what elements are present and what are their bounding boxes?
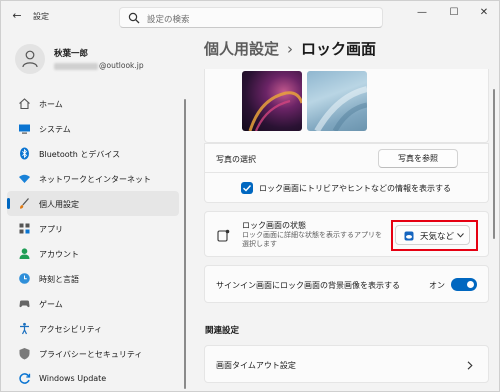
update-icon (19, 373, 31, 384)
sidebar-item-accounts[interactable]: アカウント (7, 241, 179, 266)
search-icon (128, 12, 140, 24)
sidebar-item-personalization[interactable]: 個人用設定 (7, 191, 179, 216)
search-placeholder: 設定の検索 (147, 15, 190, 25)
sidebar-item-bluetooth[interactable]: Bluetooth とデバイス (7, 141, 179, 166)
status-app-icon (217, 229, 230, 242)
network-icon (19, 174, 30, 183)
breadcrumb-current: ロック画面 (301, 40, 377, 58)
sidebar-item-network[interactable]: ネットワークとインターネット (7, 166, 179, 191)
photo-select-row: 写真の選択 写真を参照 (204, 143, 489, 173)
sidebar-item-accessibility[interactable]: アクセシビリティ (7, 316, 179, 341)
sidebar-item-gaming[interactable]: ゲーム (7, 291, 179, 316)
minimize-button[interactable]: — (409, 5, 435, 21)
apps-icon (19, 223, 30, 234)
avatar[interactable] (15, 44, 45, 74)
email-suffix: @outlook.jp (99, 61, 144, 70)
settings-window: ← 設定 設定の検索 — ☐ ✕ 秋葉一郎 @outlook.jp ホーム シス… (0, 0, 500, 392)
lock-status-description: ロック画面に詳細な状態を表示するアプリを選択します (242, 231, 382, 248)
profile-email: @outlook.jp (54, 61, 144, 70)
sidebar-item-label: ホーム (39, 100, 63, 109)
page-title: 個人用設定 › ロック画面 (204, 38, 376, 59)
wallpaper-swirl-image (248, 91, 302, 131)
sidebar-item-label: アクセシビリティ (39, 325, 103, 334)
sidebar-item-label: システム (39, 125, 71, 134)
sidebar-item-label: アプリ (39, 225, 63, 234)
app-title: 設定 (33, 12, 49, 21)
brush-icon (20, 198, 29, 209)
main-scrollbar[interactable] (493, 89, 495, 239)
photo-thumbnail-2[interactable] (307, 71, 367, 131)
system-icon (19, 124, 30, 134)
sidebar-item-label: Windows Update (39, 374, 107, 383)
highlight-annotation (391, 220, 478, 251)
sidebar-item-apps[interactable]: アプリ (7, 216, 179, 241)
sidebar-item-time-language[interactable]: 時刻と言語 (7, 266, 179, 291)
title-bar: ← 設定 設定の検索 — ☐ ✕ (1, 1, 500, 31)
sidebar-item-label: プライバシーとセキュリティ (39, 350, 143, 359)
sidebar-item-label: アカウント (39, 250, 79, 259)
trivia-checkbox[interactable] (241, 182, 253, 194)
accessibility-icon (20, 322, 29, 335)
sidebar-item-home[interactable]: ホーム (7, 91, 179, 116)
sidebar-scrollbar[interactable] (184, 99, 186, 389)
sidebar-item-label: 時刻と言語 (39, 275, 79, 284)
screen-timeout-label: 画面タイムアウト設定 (216, 361, 296, 370)
chevron-right-icon (467, 361, 473, 370)
browse-photos-button[interactable]: 写真を参照 (378, 149, 458, 168)
photo-card (204, 69, 489, 143)
search-box[interactable]: 設定の検索 (119, 7, 383, 28)
sidebar-item-privacy[interactable]: プライバシーとセキュリティ (7, 341, 179, 366)
time-language-icon (19, 273, 30, 284)
lock-status-title: ロック画面の状態 (242, 221, 306, 230)
photo-select-label: 写真の選択 (216, 155, 256, 164)
toggle-knob (467, 281, 474, 288)
trivia-checkbox-label: ロック画面にトリビアやヒントなどの情報を表示する (259, 184, 451, 193)
shield-icon (19, 348, 30, 360)
close-button[interactable]: ✕ (471, 5, 497, 21)
home-icon (19, 98, 30, 110)
email-redaction (54, 62, 98, 70)
related-settings-heading: 関連設定 (205, 326, 240, 336)
checkmark-icon (243, 185, 252, 192)
trivia-row: ロック画面にトリビアやヒントなどの情報を表示する (204, 173, 489, 203)
sidebar-item-label: ネットワークとインターネット (39, 175, 151, 184)
screen-timeout-card[interactable]: 画面タイムアウト設定 (204, 345, 489, 383)
wallpaper-bloom-image (314, 86, 367, 131)
breadcrumb-separator: › (287, 40, 294, 58)
sidebar-item-label: 個人用設定 (39, 200, 79, 209)
sidebar-item-system[interactable]: システム (7, 116, 179, 141)
photo-thumbnail-1[interactable] (242, 71, 302, 131)
sidebar-item-label: ゲーム (39, 300, 63, 309)
bluetooth-icon (20, 147, 29, 160)
sidebar-nav: ホーム システム Bluetooth とデバイス ネットワークとインターネット … (7, 91, 179, 391)
signin-background-label: サインイン画面にロック画面の背景画像を表示する (216, 281, 400, 290)
breadcrumb-personalization[interactable]: 個人用設定 (204, 40, 279, 58)
person-icon (22, 50, 38, 68)
profile-name: 秋葉一郎 (54, 49, 89, 59)
sidebar-item-windows-update[interactable]: Windows Update (7, 366, 179, 391)
maximize-button[interactable]: ☐ (441, 5, 467, 21)
account-icon (19, 248, 30, 259)
signin-background-toggle[interactable] (451, 278, 477, 291)
toggle-state-label: オン (429, 281, 445, 290)
sidebar-item-label: Bluetooth とデバイス (39, 150, 121, 159)
back-arrow-icon[interactable]: ← (10, 9, 24, 23)
game-icon (19, 300, 30, 308)
signin-background-card: サインイン画面にロック画面の背景画像を表示する オン (204, 265, 489, 303)
